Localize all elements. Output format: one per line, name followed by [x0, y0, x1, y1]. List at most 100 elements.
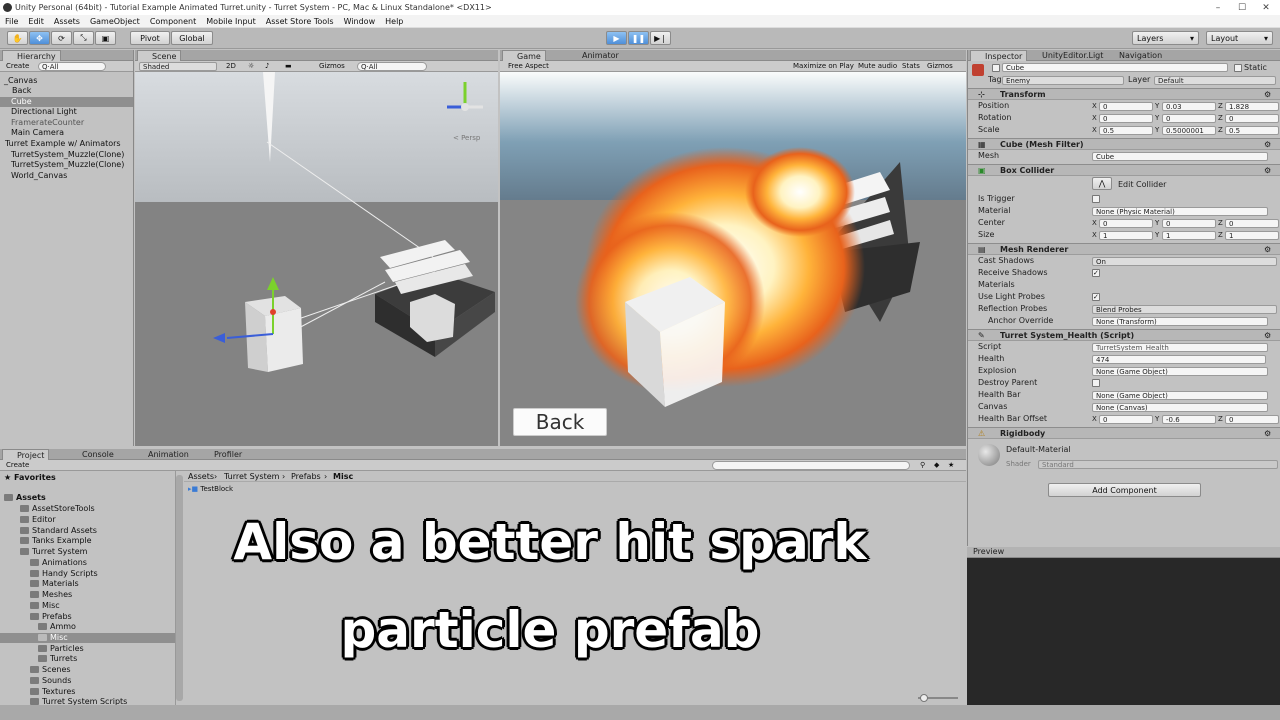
object-active-checkbox[interactable] [992, 64, 1000, 72]
hierarchy-item[interactable]: Back [12, 86, 31, 96]
rigidbody-header[interactable]: ⚠ Rigidbody ⚙ [968, 427, 1280, 439]
object-name-field[interactable]: Cube [1002, 63, 1228, 72]
global-toggle-button[interactable]: Global [171, 31, 213, 45]
tab-unityeditor-lighting[interactable]: UnityEditor.Ligt [1028, 50, 1107, 61]
layout-dropdown[interactable]: Layout ▾ [1206, 31, 1273, 45]
health-bar-field[interactable]: None (Game Object) [1092, 391, 1268, 400]
health-field[interactable]: 474 [1092, 355, 1266, 364]
zoom-slider-handle[interactable] [920, 694, 928, 702]
effects-toggle-icon[interactable]: ▬ [285, 61, 292, 72]
project-create-button[interactable]: Create [6, 460, 29, 471]
scale-y-field[interactable]: 0.5000001 [1162, 126, 1216, 135]
tab-console[interactable]: Console [68, 449, 118, 460]
center-x-field[interactable]: 0 [1099, 219, 1153, 228]
favorite-star-icon[interactable]: ★ [948, 460, 954, 471]
center-y-field[interactable]: 0 [1162, 219, 1216, 228]
step-button[interactable]: ▶❘ [650, 31, 671, 45]
breadcrumb-item[interactable]: Assets [188, 471, 214, 482]
tab-inspector[interactable]: Inspector [970, 50, 1028, 61]
breadcrumb-item[interactable]: Turret System [224, 471, 279, 482]
tab-hierarchy[interactable]: Hierarchy [2, 50, 61, 61]
maximize-icon[interactable]: ☐ [1230, 0, 1254, 15]
tree-item[interactable]: Textures [30, 687, 75, 697]
offset-y-field[interactable]: -0.6 [1162, 415, 1216, 424]
explosion-field[interactable]: None (Game Object) [1092, 367, 1268, 376]
tree-scrollbar[interactable] [176, 475, 183, 701]
edit-collider-button[interactable]: ⋀ [1092, 177, 1112, 190]
hierarchy-item[interactable]: _Canvas [4, 76, 37, 86]
maximize-on-play-toggle[interactable]: Maximize on Play [793, 61, 854, 72]
close-icon[interactable]: ✕ [1254, 0, 1278, 15]
physic-material-field[interactable]: None (Physic Material) [1092, 207, 1268, 216]
pivot-toggle-button[interactable]: Pivot [130, 31, 170, 45]
hierarchy-item[interactable]: Directional Light [11, 107, 77, 117]
layers-dropdown[interactable]: Layers ▾ [1132, 31, 1199, 45]
asset-item[interactable]: ▸■ TestBlock [188, 484, 233, 494]
stats-toggle[interactable]: Stats [902, 61, 920, 72]
scale-x-field[interactable]: 0.5 [1099, 126, 1153, 135]
destroy-parent-checkbox[interactable] [1092, 379, 1100, 387]
favorites-foldout[interactable]: ★ Favorites [4, 473, 56, 483]
scale-z-field[interactable]: 0.5 [1225, 126, 1279, 135]
tree-item[interactable]: Sounds [30, 676, 71, 686]
audio-toggle-icon[interactable]: ♪ [265, 61, 269, 72]
filter-type-icon[interactable]: ⚲ [920, 460, 925, 471]
offset-z-field[interactable]: 0 [1225, 415, 1279, 424]
tab-game[interactable]: Game [502, 50, 546, 61]
hierarchy-search-input[interactable]: Q·All [38, 62, 106, 71]
filter-label-icon[interactable]: ◆ [934, 460, 939, 471]
size-x-field[interactable]: 1 [1099, 231, 1153, 240]
health-script-header[interactable]: ✎ Turret System_Health (Script) ⚙ [968, 329, 1280, 341]
menu-help[interactable]: Help [380, 17, 408, 26]
breadcrumb-item[interactable]: Prefabs [291, 471, 321, 482]
settings-gear-icon[interactable]: ⚙ [1264, 245, 1271, 255]
rotation-y-field[interactable]: 0 [1162, 114, 1216, 123]
static-checkbox[interactable] [1234, 64, 1242, 72]
lighting-toggle-icon[interactable]: ☼ [248, 61, 254, 72]
project-search-input[interactable] [712, 461, 910, 470]
settings-gear-icon[interactable]: ⚙ [1264, 166, 1271, 176]
position-x-field[interactable]: 0 [1099, 102, 1153, 111]
rotation-z-field[interactable]: 0 [1225, 114, 1279, 123]
rect-tool-icon[interactable]: ▣ [95, 31, 116, 45]
breadcrumb-item[interactable]: Misc [333, 471, 353, 482]
offset-x-field[interactable]: 0 [1099, 415, 1153, 424]
game-viewport[interactable] [500, 72, 966, 446]
use-light-probes-checkbox[interactable]: ✓ [1092, 293, 1100, 301]
scene-gizmos-dropdown[interactable]: Gizmos [319, 61, 345, 72]
menu-file[interactable]: File [0, 17, 23, 26]
game-gizmos-dropdown[interactable]: Gizmos [927, 61, 953, 72]
tree-item[interactable]: Scenes [30, 665, 71, 675]
move-tool-icon[interactable]: ✥ [29, 31, 50, 45]
shader-dropdown[interactable]: Standard [1038, 460, 1278, 469]
layer-dropdown[interactable]: Default [1154, 76, 1276, 85]
tree-item-assets[interactable]: Assets [4, 493, 46, 503]
position-y-field[interactable]: 0.03 [1162, 102, 1216, 111]
anchor-override-field[interactable]: None (Transform) [1092, 317, 1268, 326]
shading-mode-dropdown[interactable]: Shaded [139, 62, 217, 71]
tag-dropdown[interactable]: Enemy [1002, 76, 1124, 85]
aspect-dropdown[interactable]: Free Aspect [508, 61, 549, 72]
rotation-x-field[interactable]: 0 [1099, 114, 1153, 123]
transform-header[interactable]: ⊹ Transform ⚙ [968, 88, 1280, 100]
menu-mobile-input[interactable]: Mobile Input [201, 17, 261, 26]
menu-component[interactable]: Component [145, 17, 201, 26]
scene-viewport[interactable]: < Persp [135, 72, 498, 446]
receive-shadows-checkbox[interactable]: ✓ [1092, 269, 1100, 277]
cast-shadows-dropdown[interactable]: On [1092, 257, 1277, 266]
settings-gear-icon[interactable]: ⚙ [1264, 429, 1271, 439]
hierarchy-item[interactable]: Main Camera [11, 128, 64, 138]
menu-window[interactable]: Window [339, 17, 381, 26]
hierarchy-item-selected[interactable]: Cube [0, 97, 133, 107]
minimize-icon[interactable]: – [1206, 0, 1230, 15]
settings-gear-icon[interactable]: ⚙ [1264, 331, 1271, 341]
pause-button[interactable]: ❚❚ [628, 31, 649, 45]
tab-navigation[interactable]: Navigation [1105, 50, 1166, 61]
hierarchy-item[interactable]: TurretSystem_Muzzle(Clone) [11, 160, 124, 170]
scene-search-input[interactable]: Q·All [357, 62, 427, 71]
menu-edit[interactable]: Edit [23, 17, 49, 26]
hierarchy-create-button[interactable]: Create [6, 61, 29, 72]
reflection-probes-dropdown[interactable]: Blend Probes [1092, 305, 1277, 314]
center-z-field[interactable]: 0 [1225, 219, 1279, 228]
menu-assets[interactable]: Assets [49, 17, 85, 26]
